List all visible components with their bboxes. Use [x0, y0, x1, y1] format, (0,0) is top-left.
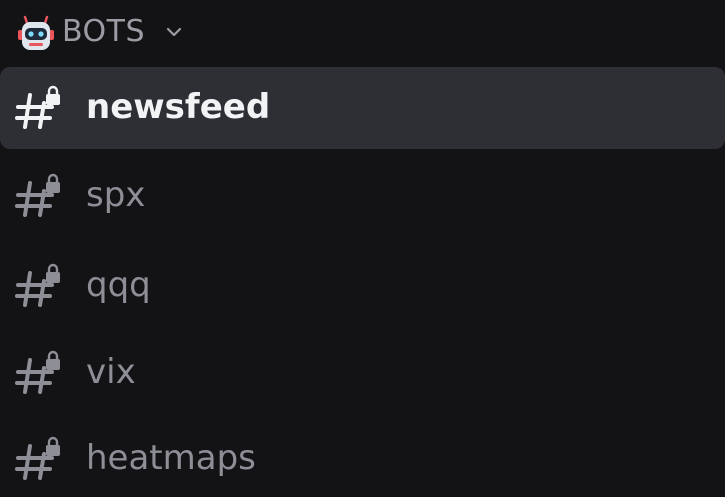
category-header-bots[interactable]: BOTS: [0, 0, 725, 62]
channel-item-spx[interactable]: spx: [0, 155, 725, 237]
chevron-down-icon: [166, 27, 182, 37]
channel-item-vix[interactable]: vix: [0, 332, 725, 414]
category-label: BOTS: [62, 14, 146, 49]
channel-label: vix: [86, 352, 136, 392]
locked-hash-icon: [15, 263, 60, 307]
channel-item-qqq[interactable]: qqq: [0, 245, 725, 327]
channel-sidebar: BOTS newsfeed spx qqq vix heatmaps: [0, 0, 725, 497]
locked-hash-icon: [15, 350, 60, 394]
locked-hash-icon: [15, 173, 60, 217]
channel-label: spx: [86, 175, 146, 215]
channel-item-newsfeed[interactable]: newsfeed: [0, 67, 725, 149]
locked-hash-icon: [15, 85, 60, 129]
channel-label: qqq: [86, 265, 151, 305]
channel-label: heatmaps: [86, 438, 256, 478]
locked-hash-icon: [15, 436, 60, 480]
channel-item-heatmaps[interactable]: heatmaps: [0, 418, 725, 497]
channel-label: newsfeed: [86, 87, 271, 127]
robot-icon: [18, 15, 54, 50]
